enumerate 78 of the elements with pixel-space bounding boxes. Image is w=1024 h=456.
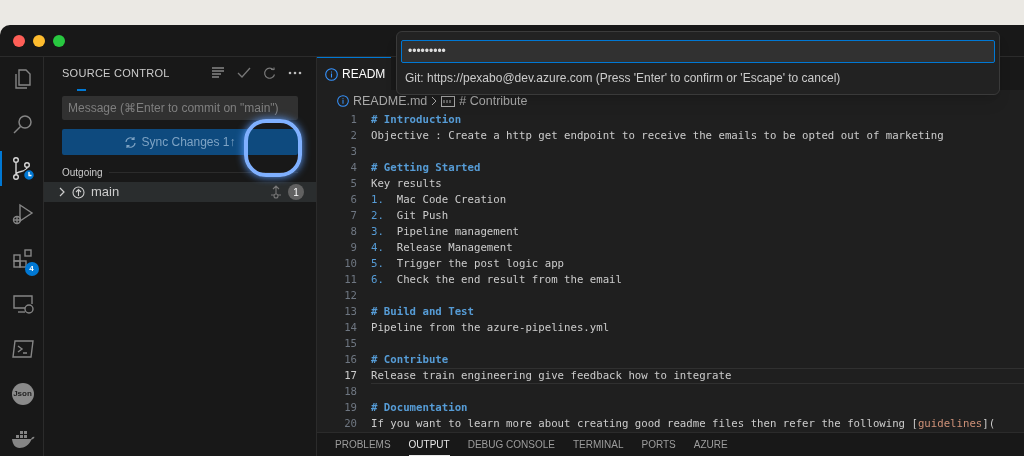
code-line: 6. Check the end result from the email (371, 272, 622, 288)
info-icon (325, 67, 338, 81)
branch-row[interactable]: main 1 (44, 182, 316, 202)
editor-tab[interactable]: READM (317, 57, 392, 90)
whale-icon (10, 428, 35, 449)
refresh-icon[interactable] (263, 66, 276, 80)
breadcrumb-item[interactable]: README.md (353, 91, 428, 111)
line-number: 4 (349, 160, 357, 176)
line-number: 3 (349, 144, 357, 160)
line-number: 16 (343, 352, 357, 368)
panel-tab[interactable]: PROBLEMS (335, 437, 391, 456)
line-number: 17 (343, 368, 357, 384)
more-actions-icon[interactable] (288, 71, 302, 75)
line-number: 1 (349, 112, 357, 128)
line-number: 10 (343, 256, 357, 272)
code-line: # Documentation (371, 400, 468, 416)
panel-tab[interactable]: PORTS (641, 437, 676, 456)
sidebar-title: SOURCE CONTROL (62, 65, 170, 81)
run-and-debug-icon (10, 201, 35, 226)
breadcrumb-item[interactable]: # Contribute (459, 91, 528, 111)
upload-arrow-icon (72, 185, 85, 199)
code-line: 3. Pipeline management (371, 224, 519, 240)
line-number: 19 (343, 400, 357, 416)
sync-changes-button[interactable]: Sync Changes 1↑ (62, 129, 298, 155)
notification-badge: 4 (24, 262, 39, 276)
code-line: Release train engineering give feedback how to integrate (371, 368, 732, 384)
panel-tab[interactable]: TERMINAL (572, 437, 624, 456)
code-line: Key results (371, 176, 442, 192)
close-window-button[interactable] (13, 34, 25, 47)
line-number: 14 (343, 320, 357, 336)
code-line: 5. Trigger the post logic app (371, 256, 565, 272)
line-number: 12 (343, 288, 357, 304)
click-highlight (244, 119, 302, 177)
quick-input-message: Git: https://pexabo@dev.azure.com (Press 'Enter' to confirm or 'Escape' to cancel) (404, 69, 842, 87)
line-number: 9 (349, 240, 357, 256)
panel-tab[interactable]: AZURE (693, 437, 728, 456)
line-number: 2 (349, 128, 357, 144)
panel-tab[interactable]: OUTPUT (408, 437, 450, 456)
line-number: 20 (343, 416, 357, 432)
chevron-icon (431, 96, 438, 106)
count-badge: 1 (288, 184, 304, 200)
code-line: # Contribute (371, 352, 449, 368)
view-as-list-icon[interactable] (211, 67, 225, 79)
line-number: 5 (349, 176, 357, 192)
minimize-window-button[interactable] (33, 34, 45, 47)
code-line: 1. Mac Code Creation (371, 192, 507, 208)
panel-tab[interactable]: DEBUG CONSOLE (467, 437, 555, 456)
commit-message-field[interactable]: Message (⌘Enter to commit on "main") (62, 96, 298, 120)
branch-name: main (91, 183, 120, 202)
symbol-icon (441, 95, 456, 107)
line-number: 13 (343, 304, 357, 320)
info-icon (337, 95, 349, 107)
line-number: 11 (343, 272, 357, 288)
sync-icon (124, 135, 138, 149)
line-number: 7 (349, 208, 357, 224)
maximize-window-button[interactable] (53, 34, 65, 47)
section-header: Outgoing (62, 165, 103, 180)
checkmark-icon[interactable] (237, 67, 251, 79)
line-number: 6 (349, 192, 357, 208)
line-number: 15 (343, 336, 357, 352)
password-field[interactable]: ••••••••• (401, 39, 995, 63)
activity-bar-item[interactable]: Json (0, 376, 44, 411)
chevron-icon (58, 187, 66, 197)
code-line: # Getting Started (371, 160, 481, 176)
line-number: 18 (343, 384, 357, 400)
line-number: 8 (349, 224, 357, 240)
extensions-icon (10, 246, 35, 271)
json-icon: Json (11, 382, 34, 405)
code-line: # Introduction (371, 112, 462, 128)
code-line: # Build and Test (371, 304, 474, 320)
push-icon[interactable] (270, 185, 282, 199)
code-line: Pipeline from the azure-pipelines.yml (371, 320, 610, 336)
code-line: If you want to learn more about creating good readme files then refer the following [guidelines]( (371, 416, 996, 432)
code-line: 4. Release Management (371, 240, 513, 256)
code-line: Objective : Create a http get endpoint to receive the emails to be opted out of marketing (371, 128, 944, 144)
tab-label: READM (342, 66, 386, 83)
code-line: 2. Git Push (371, 208, 449, 224)
activity-bar-item[interactable]: 4 (0, 241, 44, 276)
